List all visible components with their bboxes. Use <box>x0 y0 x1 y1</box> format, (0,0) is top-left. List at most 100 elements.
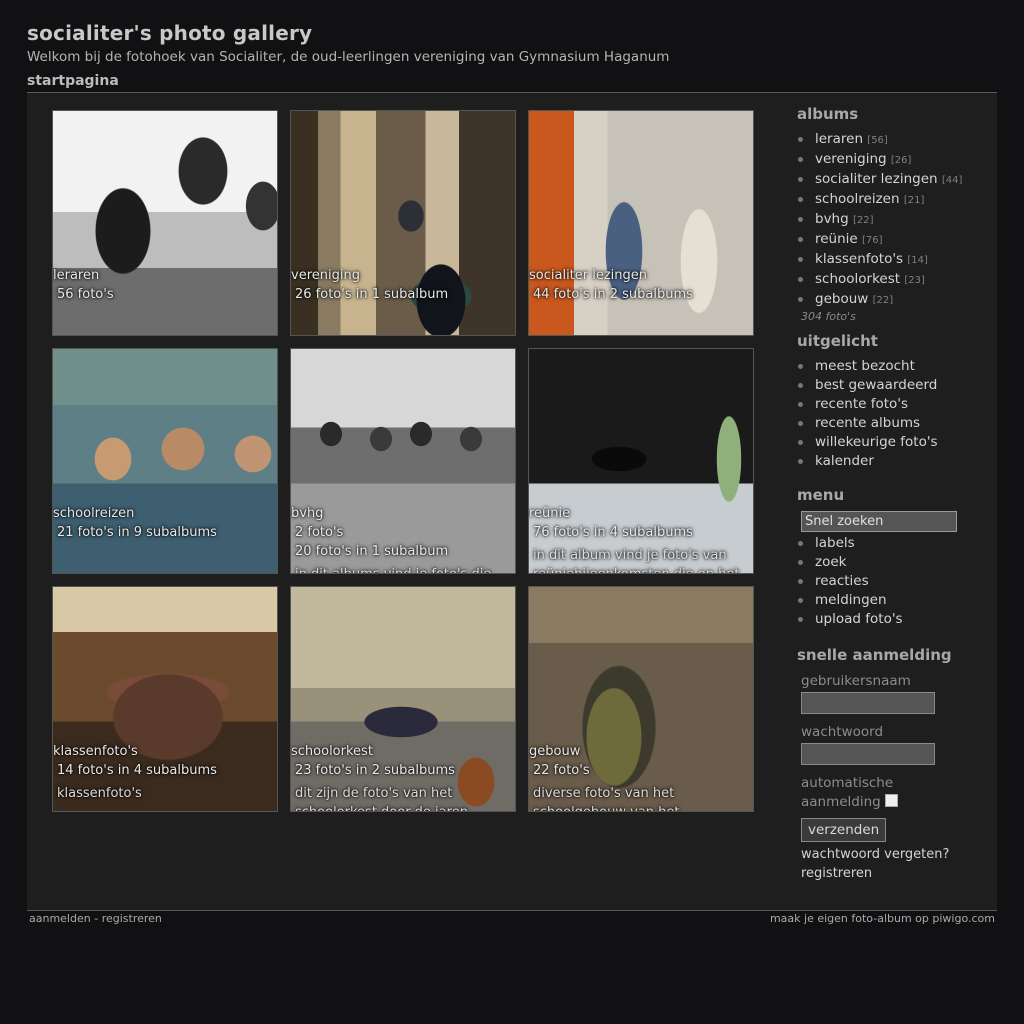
album-count: 2 foto's <box>295 525 344 540</box>
featured-recent-albums[interactable]: recente albums <box>797 414 987 433</box>
sidebar-album-vereniging[interactable]: vereniging [26] <box>797 150 987 170</box>
sidebar-album-schoolreizen[interactable]: schoolreizen [21] <box>797 190 987 210</box>
albums-title[interactable]: albums <box>797 105 987 123</box>
album-name[interactable]: reünie <box>529 504 753 523</box>
featured-random-photos[interactable]: willekeurige foto's <box>797 433 987 452</box>
albums-list: leraren [56] vereniging [26] socialiter … <box>797 130 987 310</box>
sidebar-album-gebouw[interactable]: gebouw [22] <box>797 290 987 310</box>
album-name[interactable]: schoolorkest <box>291 742 515 761</box>
album-count: 76 foto's in 4 subalbums <box>533 525 693 540</box>
sidebar-album-klassenfotos[interactable]: klassenfoto's [14] <box>797 250 987 270</box>
sidebar-album-label[interactable]: klassenfoto's <box>815 251 903 267</box>
album-tile-vereniging[interactable]: vereniging 26 foto's in 1 subalbum <box>290 110 516 336</box>
password-label: wachtwoord <box>801 724 884 740</box>
album-name[interactable]: klassenfoto's <box>53 742 277 761</box>
album-count: 21 foto's in 9 subalbums <box>57 525 217 540</box>
featured-calendar[interactable]: kalender <box>797 452 987 471</box>
album-tile-socialiter-lezingen[interactable]: socialiter lezingen 44 foto's in 2 subal… <box>528 110 754 336</box>
gallery-title[interactable]: socialiter's photo gallery <box>27 21 312 45</box>
album-description: in dit albums vind je foto's die <box>291 565 515 573</box>
album-name[interactable]: socialiter lezingen <box>529 266 753 285</box>
albums-section: albums leraren [56] vereniging [26] soci… <box>797 105 987 323</box>
menu-search[interactable]: zoek <box>797 553 987 572</box>
auto-login-checkbox[interactable] <box>884 794 898 807</box>
footer-login-link[interactable]: aanmelden <box>29 912 91 925</box>
breadcrumb[interactable]: startpagina <box>27 73 119 89</box>
username-field[interactable] <box>801 692 935 714</box>
album-description: klassenfoto's <box>57 786 142 801</box>
username-label: gebruikersnaam <box>801 673 911 689</box>
sidebar-album-bvhg[interactable]: bvhg [22] <box>797 210 987 230</box>
album-tile-bvhg[interactable]: bvhg 2 foto's 20 foto's in 1 subalbum in… <box>290 348 516 574</box>
album-description: dit zijn de foto's van het schoolorkest … <box>295 786 468 811</box>
album-count: 22 foto's <box>533 763 590 778</box>
footer-credit-link[interactable]: maak je eigen foto-album op piwigo.com <box>770 912 995 925</box>
sidebar-album-count: [14] <box>907 255 928 266</box>
sidebar-album-leraren[interactable]: leraren [56] <box>797 130 987 150</box>
sidebar-album-label[interactable]: socialiter lezingen <box>815 171 938 187</box>
featured-most-visited[interactable]: meest bezocht <box>797 357 987 376</box>
sidebar-album-label[interactable]: gebouw <box>815 291 868 307</box>
album-tile-klassenfotos[interactable]: klassenfoto's 14 foto's in 4 subalbums k… <box>52 586 278 812</box>
menu-section: menu labels zoek reacties meldingen uplo… <box>797 486 987 629</box>
album-count: 14 foto's in 4 subalbums <box>57 763 217 778</box>
quick-login-title: snelle aanmelding <box>797 646 952 664</box>
album-name[interactable]: leraren <box>53 266 277 285</box>
album-subcount: 20 foto's in 1 subalbum <box>295 544 449 559</box>
album-tile-schoolreizen[interactable]: schoolreizen 21 foto's in 9 subalbums <box>52 348 278 574</box>
album-tile-leraren[interactable]: leraren 56 foto's <box>52 110 278 336</box>
sidebar-album-count: [23] <box>904 275 925 286</box>
menu-labels[interactable]: labels <box>797 534 987 553</box>
sidebar-album-label[interactable]: schoolorkest <box>815 271 900 287</box>
album-count: 56 foto's <box>57 287 114 302</box>
album-name[interactable]: gebouw <box>529 742 753 761</box>
content-area: leraren 56 foto's vereniging 26 foto's i… <box>27 93 997 910</box>
sidebar-album-schoolorkest[interactable]: schoolorkest [23] <box>797 270 987 290</box>
menu-list: labels zoek reacties meldingen upload fo… <box>797 534 987 629</box>
sidebar-album-count: [44] <box>941 175 963 186</box>
sidebar-album-count: [21] <box>903 195 925 206</box>
album-tile-gebouw[interactable]: gebouw 22 foto's diverse foto's van het … <box>528 586 754 812</box>
albums-total: 304 foto's <box>801 310 856 323</box>
forgot-password-link[interactable]: wachtwoord vergeten? <box>797 845 987 864</box>
register-link[interactable]: registreren <box>797 864 987 883</box>
footer-register-link[interactable]: registreren <box>102 912 162 925</box>
album-count: 23 foto's in 2 subalbums <box>295 763 455 778</box>
sidebar-album-label[interactable]: bvhg <box>815 211 849 227</box>
album-count: 44 foto's in 2 subalbums <box>533 287 693 302</box>
album-name[interactable]: schoolreizen <box>53 504 277 523</box>
album-count: 26 foto's in 1 subalbum <box>295 287 449 302</box>
sidebar-album-label[interactable]: leraren <box>815 131 863 147</box>
sidebar-album-label[interactable]: vereniging <box>815 151 887 167</box>
menu-notifications[interactable]: meldingen <box>797 591 987 610</box>
auto-login-label-2: aanmelding <box>801 794 881 810</box>
featured-recent-photos[interactable]: recente foto's <box>797 395 987 414</box>
password-field[interactable] <box>801 743 935 765</box>
submit-button[interactable]: verzenden <box>801 818 887 842</box>
quick-login-section: snelle aanmelding gebruikersnaam wachtwo… <box>797 646 987 883</box>
album-name[interactable]: bvhg <box>291 504 515 523</box>
menu-upload[interactable]: upload foto's <box>797 610 987 629</box>
featured-section: uitgelicht meest bezocht best gewaardeer… <box>797 332 987 471</box>
featured-best-rated[interactable]: best gewaardeerd <box>797 376 987 395</box>
quick-search-input[interactable] <box>801 511 957 532</box>
sidebar-album-label[interactable]: schoolreizen <box>815 191 900 207</box>
album-description: diverse foto's van het schoolgebouw van … <box>533 786 680 811</box>
auto-login-row: aanmelding <box>797 793 987 812</box>
album-tile-schoolorkest[interactable]: schoolorkest 23 foto's in 2 subalbums di… <box>290 586 516 812</box>
album-tile-reunie[interactable]: reünie 76 foto's in 4 subalbums in dit a… <box>528 348 754 574</box>
sidebar-album-reunie[interactable]: reünie [76] <box>797 230 987 250</box>
featured-title: uitgelicht <box>797 332 878 350</box>
menu-comments[interactable]: reacties <box>797 572 987 591</box>
submit-row: verzenden <box>797 818 987 842</box>
sidebar-album-socialiter-lezingen[interactable]: socialiter lezingen [44] <box>797 170 987 190</box>
sidebar-album-count: [22] <box>852 215 874 226</box>
sidebar-album-label[interactable]: reünie <box>815 231 858 247</box>
featured-list: meest bezocht best gewaardeerd recente f… <box>797 357 987 471</box>
album-name[interactable]: vereniging <box>291 266 515 285</box>
sidebar-album-count: [76] <box>862 235 883 246</box>
sidebar-album-count: [56] <box>867 135 888 146</box>
auto-login-label-1: automatische <box>801 775 894 791</box>
sidebar-album-count: [22] <box>872 295 894 306</box>
menu-title: menu <box>797 486 845 504</box>
